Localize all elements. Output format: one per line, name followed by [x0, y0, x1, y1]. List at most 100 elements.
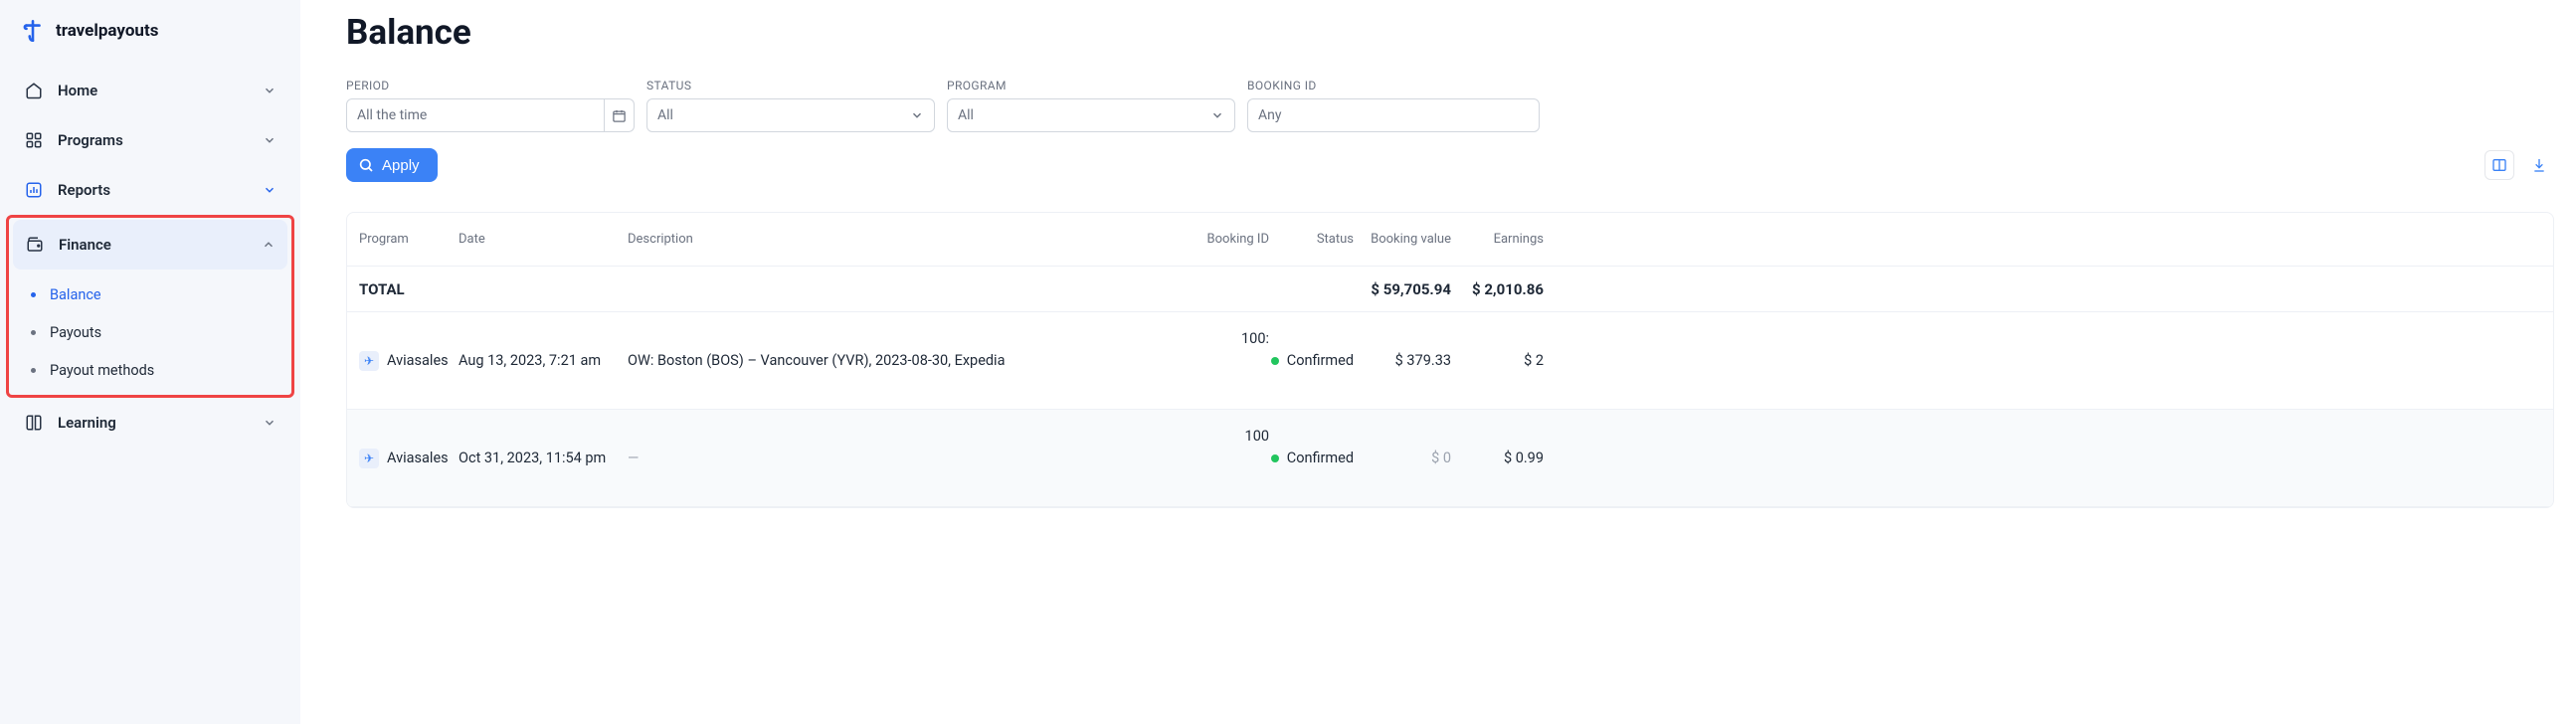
status-select-value: All: [657, 107, 673, 123]
filter-label: PROGRAM: [947, 79, 1235, 92]
sidebar-item-label: Programs: [58, 131, 123, 149]
sidebar-item-label: Learning: [58, 414, 116, 432]
total-booking-value: $ 59,705.94: [1354, 280, 1451, 298]
status-dot-icon: [1271, 357, 1279, 365]
finance-highlight-annotation: Finance Balance Payouts Payout methods: [6, 215, 294, 398]
sidebar: travelpayouts Home Programs Reports: [0, 0, 300, 724]
chevron-down-icon: [263, 416, 276, 430]
calendar-icon: [612, 108, 627, 123]
th-program: Program: [359, 232, 459, 247]
th-date: Date: [459, 232, 628, 247]
table-row[interactable]: ✈ Aviasales Oct 31, 2023, 11:54 pm — 100…: [347, 410, 2553, 507]
status-text: Confirmed: [1287, 352, 1354, 369]
filters-row: PERIOD All the time STATUS All: [346, 79, 2554, 132]
chevron-up-icon: [262, 238, 276, 252]
cell-booking-value: $ 0: [1354, 450, 1451, 466]
sidebar-item-home[interactable]: Home: [12, 66, 288, 115]
sidebar-item-label: Home: [58, 82, 97, 99]
cell-program: ✈ Aviasales: [359, 449, 459, 468]
chevron-down-icon: [910, 108, 924, 122]
sidebar-item-finance[interactable]: Finance: [13, 220, 287, 270]
th-status: Status: [1269, 232, 1354, 247]
cell-status: Confirmed: [1269, 450, 1354, 466]
program-icon: ✈: [359, 449, 379, 468]
filter-program: PROGRAM All: [947, 79, 1235, 132]
cell-status: Confirmed: [1269, 352, 1354, 369]
filter-label: PERIOD: [346, 79, 635, 92]
subnav-item-label: Balance: [50, 286, 101, 303]
home-icon: [24, 81, 44, 100]
subnav-item-label: Payouts: [50, 324, 101, 341]
chevron-down-icon: [1210, 108, 1224, 122]
apply-button-label: Apply: [382, 157, 420, 174]
table-total-row: TOTAL $ 59,705.94 $ 2,010.86: [347, 267, 2553, 312]
program-name: Aviasales: [387, 450, 449, 466]
cell-description: OW: Boston (BOS) – Vancouver (YVR), 2023…: [628, 352, 1150, 369]
cell-program: ✈ Aviasales: [359, 351, 459, 371]
period-input-placeholder: All the time: [357, 107, 427, 123]
th-booking-value: Booking value: [1354, 232, 1451, 248]
cell-earnings: $ 0.99: [1451, 450, 1544, 466]
program-name: Aviasales: [387, 352, 449, 369]
balance-table: Program Date Description Booking ID Stat…: [346, 212, 2554, 508]
filter-booking-id: BOOKING ID Any: [1247, 79, 1540, 132]
columns-icon: [2491, 157, 2507, 173]
chevron-down-icon: [263, 84, 276, 97]
page-title: Balance: [346, 12, 2554, 53]
sidebar-item-programs[interactable]: Programs: [12, 115, 288, 165]
cell-booking-id: 100: [1150, 410, 1269, 445]
table-header-row: Program Date Description Booking ID Stat…: [347, 213, 2553, 267]
program-select-value: All: [958, 107, 974, 123]
booking-id-input[interactable]: Any: [1247, 98, 1540, 132]
status-text: Confirmed: [1287, 450, 1354, 466]
bullet-icon: [31, 292, 36, 297]
sidebar-item-learning[interactable]: Learning: [12, 398, 288, 448]
chart-icon: [24, 180, 44, 200]
chevron-down-icon: [263, 133, 276, 147]
subnav-item-payouts[interactable]: Payouts: [13, 313, 287, 351]
calendar-button[interactable]: [605, 98, 635, 132]
subnav-item-balance[interactable]: Balance: [13, 275, 287, 313]
columns-button[interactable]: [2484, 150, 2514, 180]
th-booking-id: Booking ID: [1150, 232, 1269, 247]
period-input[interactable]: All the time: [346, 98, 605, 132]
sidebar-item-label: Reports: [58, 181, 110, 199]
brand-logo-icon: [20, 18, 46, 44]
chevron-down-icon: [263, 183, 276, 197]
status-dot-icon: [1271, 454, 1279, 462]
cell-date: Aug 13, 2023, 7:21 am: [459, 352, 628, 369]
main-content: Balance PERIOD All the time STATUS All: [300, 0, 2576, 724]
sidebar-item-label: Finance: [59, 236, 111, 254]
grid-icon: [24, 130, 44, 150]
subnav-item-payout-methods[interactable]: Payout methods: [13, 351, 287, 389]
booking-id-placeholder: Any: [1258, 107, 1282, 123]
th-earnings: Earnings: [1451, 232, 1544, 247]
cell-booking-id: 100:: [1150, 312, 1269, 347]
subnav-item-label: Payout methods: [50, 362, 154, 379]
brand-name: travelpayouts: [56, 21, 158, 41]
filter-label: BOOKING ID: [1247, 79, 1540, 92]
cell-earnings: $ 2: [1451, 352, 1544, 369]
total-earnings: $ 2,010.86: [1451, 280, 1544, 298]
filter-period: PERIOD All the time: [346, 79, 635, 132]
download-button[interactable]: [2524, 150, 2554, 180]
bullet-icon: [31, 330, 36, 335]
status-select[interactable]: All: [646, 98, 935, 132]
cell-description: —: [628, 450, 1150, 466]
total-label: TOTAL: [359, 280, 459, 298]
filter-status: STATUS All: [646, 79, 935, 132]
program-select[interactable]: All: [947, 98, 1235, 132]
program-icon: ✈: [359, 351, 379, 371]
cell-booking-value: $ 379.33: [1354, 352, 1451, 369]
brand[interactable]: travelpayouts: [12, 14, 288, 66]
bullet-icon: [31, 368, 36, 373]
sidebar-item-reports[interactable]: Reports: [12, 165, 288, 215]
actions-row: Apply: [346, 148, 2554, 182]
apply-button[interactable]: Apply: [346, 148, 438, 182]
filter-label: STATUS: [646, 79, 935, 92]
wallet-icon: [25, 235, 45, 255]
cell-date: Oct 31, 2023, 11:54 pm: [459, 450, 628, 466]
table-row[interactable]: ✈ Aviasales Aug 13, 2023, 7:21 am OW: Bo…: [347, 312, 2553, 410]
finance-subnav: Balance Payouts Payout methods: [13, 270, 287, 391]
search-icon: [358, 157, 374, 173]
